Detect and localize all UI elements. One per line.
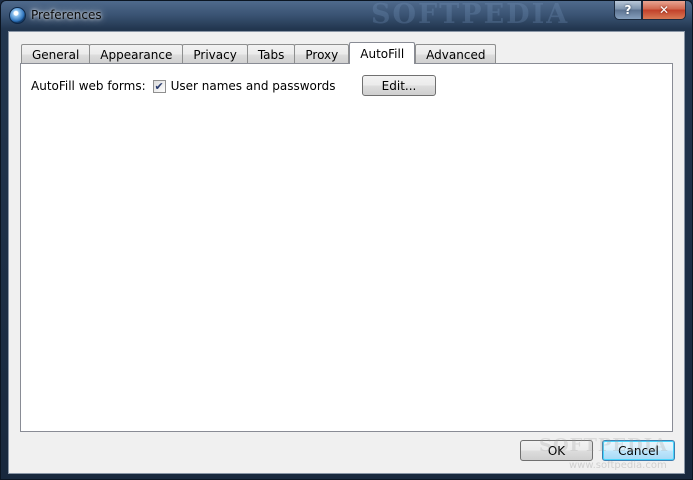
caption-buttons: ? ✕	[614, 1, 686, 21]
checkbox-label[interactable]: User names and passwords	[171, 79, 336, 93]
close-icon: ✕	[658, 3, 670, 17]
autofill-row: AutoFill web forms: ✔ User names and pas…	[31, 79, 336, 93]
user-names-passwords-checkbox[interactable]: ✔	[152, 79, 166, 93]
tab-privacy[interactable]: Privacy	[182, 44, 248, 64]
tab-tabs[interactable]: Tabs	[246, 44, 296, 64]
ok-button[interactable]: OK	[520, 440, 593, 461]
tab-strip: General Appearance Privacy Tabs Proxy Au…	[21, 42, 497, 64]
tab-advanced[interactable]: Advanced	[415, 44, 497, 64]
tab-autofill[interactable]: AutoFill	[349, 42, 416, 64]
help-button[interactable]: ?	[614, 1, 642, 20]
help-icon: ?	[624, 3, 632, 17]
close-button[interactable]: ✕	[642, 1, 686, 20]
title-bar[interactable]: Preferences SOFTPEDIA ? ✕	[1, 0, 692, 31]
checkmark-icon: ✔	[154, 79, 164, 93]
preferences-window: Preferences SOFTPEDIA ? ✕ General Appear…	[0, 0, 693, 480]
autofill-label: AutoFill web forms:	[31, 79, 146, 93]
watermark: SOFTPEDIA	[371, 0, 570, 30]
cancel-button[interactable]: Cancel	[602, 440, 675, 461]
autofill-panel: AutoFill web forms: ✔ User names and pas…	[20, 63, 673, 432]
watermark-url: www.softpedia.com	[569, 460, 667, 471]
tab-appearance[interactable]: Appearance	[89, 44, 184, 64]
window-title: Preferences	[31, 8, 102, 22]
tab-general[interactable]: General	[21, 44, 91, 64]
dialog-body: General Appearance Privacy Tabs Proxy Au…	[8, 31, 685, 474]
app-icon	[9, 7, 26, 24]
edit-button[interactable]: Edit...	[362, 75, 436, 96]
tab-proxy[interactable]: Proxy	[294, 44, 350, 64]
